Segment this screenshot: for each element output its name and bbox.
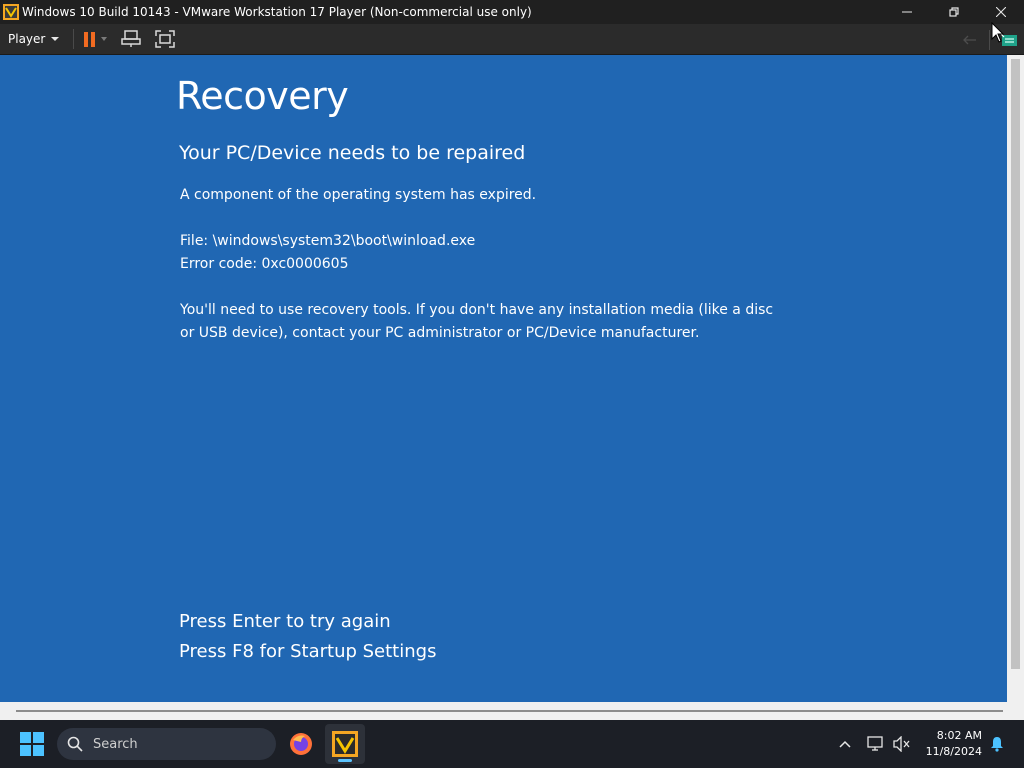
recovery-file-line: File: \windows\system32\boot\winload.exe [180, 233, 476, 249]
recovery-subtitle: Your PC/Device needs to be repaired [179, 142, 526, 164]
recovery-instructions: You'll need to use recovery tools. If yo… [180, 302, 774, 341]
volume-tray-button[interactable] [890, 720, 914, 768]
start-button[interactable] [20, 732, 44, 756]
windows-logo-icon [20, 732, 44, 756]
search-placeholder: Search [93, 736, 138, 752]
horizontal-scrollbar-thumb[interactable] [16, 710, 1003, 712]
recovery-message: A component of the operating system has … [180, 187, 537, 203]
horizontal-scrollbar[interactable] [0, 702, 1024, 720]
taskbar: Search 8:02 AM 11/8/2024 [0, 720, 1024, 768]
volume-muted-icon [893, 736, 910, 752]
restore-icon [948, 7, 959, 17]
vmware-logo-icon [3, 4, 19, 20]
pause-icon [84, 31, 96, 47]
search-icon [67, 736, 83, 752]
recovery-error-code: Error code: 0xc0000605 [180, 256, 349, 272]
fullscreen-button[interactable] [151, 24, 179, 55]
notifications-button[interactable] [986, 720, 1008, 768]
vmware-player-icon [332, 731, 358, 757]
minimize-icon [901, 11, 912, 13]
vertical-scrollbar[interactable] [1007, 55, 1024, 702]
taskbar-app-firefox[interactable] [281, 724, 321, 764]
chevron-down-icon [51, 37, 60, 41]
player-menu-button[interactable]: Player [0, 24, 67, 55]
network-icon [867, 736, 883, 751]
vertical-scrollbar-thumb[interactable] [1011, 59, 1020, 669]
fullscreen-icon [155, 30, 176, 48]
clock-time: 8:02 AM [936, 729, 982, 742]
firefox-icon [290, 733, 312, 755]
back-arrow-icon [963, 35, 976, 44]
taskbar-clock[interactable]: 8:02 AM 11/8/2024 [918, 728, 982, 760]
taskbar-app-vmware-player[interactable] [325, 724, 365, 764]
toolbar-divider-right [989, 29, 990, 50]
notification-bell-icon [991, 737, 1003, 752]
restore-button[interactable] [930, 0, 977, 24]
close-button[interactable] [977, 0, 1024, 24]
show-hidden-icons-button[interactable] [834, 720, 856, 768]
power-options-dropdown-icon[interactable] [101, 37, 108, 41]
back-arrow-button[interactable] [955, 24, 985, 55]
pause-button[interactable] [80, 24, 111, 55]
recovery-action-f8: Press F8 for Startup Settings [179, 641, 437, 662]
send-ctrl-alt-del-button[interactable] [117, 24, 145, 55]
recovery-action-enter: Press Enter to try again [179, 611, 391, 632]
recovery-title: Recovery [176, 74, 349, 118]
active-app-indicator [338, 759, 352, 762]
chevron-up-icon [839, 740, 851, 748]
network-tray-button[interactable] [864, 720, 888, 768]
player-menu-label: Player [8, 32, 46, 46]
minimize-button[interactable] [883, 0, 930, 24]
clock-date: 11/8/2024 [925, 745, 982, 758]
window-title-bar: Windows 10 Build 10143 - VMware Workstat… [0, 0, 1024, 24]
taskbar-search-box[interactable]: Search [57, 728, 276, 760]
window-title: Windows 10 Build 10143 - VMware Workstat… [22, 5, 532, 19]
close-icon [995, 7, 1006, 17]
send-ctrl-alt-del-icon [121, 30, 142, 47]
player-toolbar: Player [0, 24, 1024, 55]
toolbar-divider [73, 29, 75, 49]
mouse-cursor-icon [991, 22, 1005, 43]
